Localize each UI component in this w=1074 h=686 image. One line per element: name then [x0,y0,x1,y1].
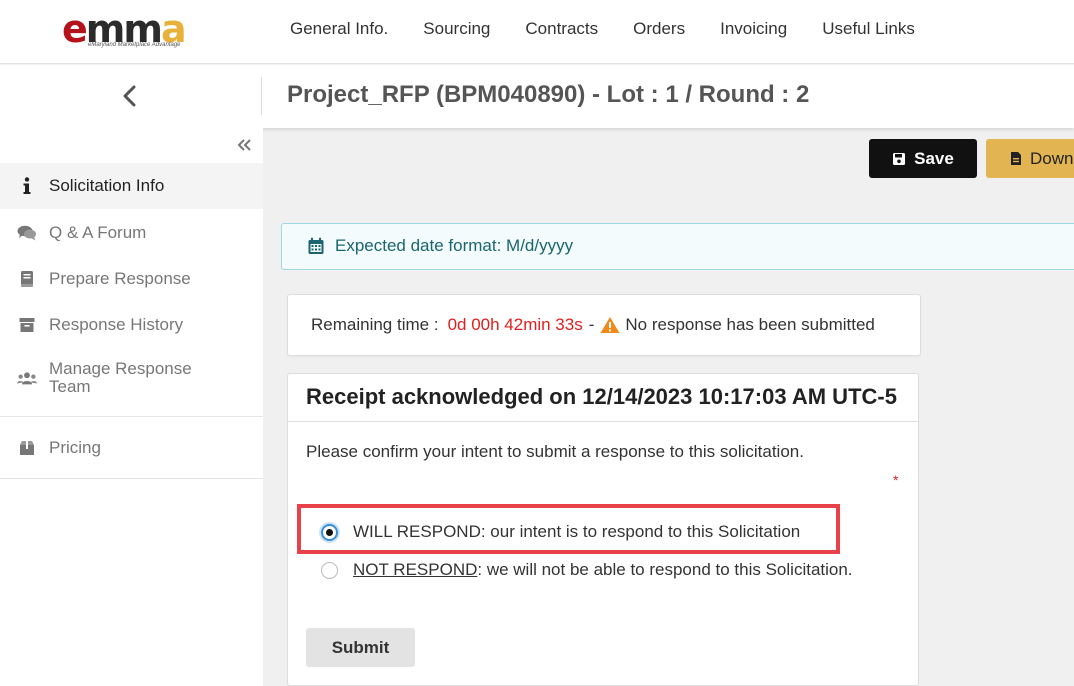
remaining-time-label: Remaining time : [311,315,439,334]
collapse-sidebar-button[interactable] [236,136,252,157]
not-respond-radio[interactable] [321,561,338,579]
not-respond-label: NOT RESPOND: we will not be able to resp… [353,560,853,580]
sidebar-item-prepare-response[interactable]: Prepare Response [0,256,263,302]
sidebar-item-solicitation-info[interactable]: Solicitation Info [0,163,263,209]
nav-general-info[interactable]: General Info. [290,19,388,39]
save-label: Save [914,148,954,168]
sidebar-item-qa-forum[interactable]: Q & A Forum [0,210,263,256]
top-navbar: emma eMaryland Marketplace Advantage Gen… [0,0,1074,64]
users-icon [17,368,37,388]
will-respond-label: WILL RESPOND: our intent is to respond t… [353,522,801,541]
book-icon [17,269,37,289]
sidebar-item-label: Manage Response Team [49,359,192,396]
required-marker: * [893,472,899,488]
not-respond-label-rest: : we will not be able to respond to this… [477,560,853,579]
date-format-text: Expected date format: M/d/yyyy [335,236,574,255]
not-respond-label-underlined: NOT RESPOND [353,560,478,579]
date-format-banner: Expected date format: M/d/yyyy [281,223,1074,270]
info-icon [17,176,37,196]
sidebar-item-label: Response History [49,315,184,334]
nav-contracts[interactable]: Contracts [525,19,598,39]
download-button[interactable]: Down [986,139,1074,178]
warning-icon [600,317,620,333]
remaining-time-card: Remaining time : 0d 00h 42min 33s - No r… [287,294,921,356]
separator: - [588,315,595,334]
archive-icon [17,315,37,335]
sidebar-item-label: Solicitation Info [49,176,165,195]
sidebar-item-label: Pricing [49,438,101,457]
main-nav: General Info. Sourcing Contracts Orders … [290,19,950,39]
nav-useful-links[interactable]: Useful Links [822,19,915,39]
emma-logo[interactable]: emma eMaryland Marketplace Advantage [62,10,202,52]
page-title: Project_RFP (BPM040890) - Lot : 1 / Roun… [287,81,810,108]
logo-tagline: eMaryland Marketplace Advantage [88,42,181,48]
save-button[interactable]: Save [869,139,977,178]
chevron-left-icon [123,85,136,107]
floppy-disk-icon [893,152,906,165]
remaining-time-value: 0d 00h 42min 33s [447,315,583,334]
nav-sourcing[interactable]: Sourcing [423,19,490,39]
sidebar-item-pricing[interactable]: Pricing [0,425,263,471]
nav-orders[interactable]: Orders [633,19,685,39]
sidebar-divider [0,478,263,479]
sidebar-divider [0,416,263,417]
calendar-icon [308,237,324,254]
title-bar: Project_RFP (BPM040890) - Lot : 1 / Roun… [0,65,1074,128]
sidebar-item-label: Prepare Response [49,269,191,288]
will-respond-radio[interactable] [321,523,338,541]
file-pdf-icon [1011,152,1021,165]
receipt-title: Receipt acknowledged on 12/14/2023 10:17… [306,384,897,409]
intent-prompt: Please confirm your intent to submit a r… [306,442,804,461]
receipt-card: Receipt acknowledged on 12/14/2023 10:17… [287,373,919,686]
chat-icon [17,223,37,243]
sidebar: Solicitation Info Q & A Forum Prepare Re… [0,128,263,686]
nav-invoicing[interactable]: Invoicing [720,19,787,39]
title-divider [261,77,262,115]
box-icon [17,438,37,458]
sidebar-item-manage-response-team[interactable]: Manage Response Team [0,352,263,404]
submit-button[interactable]: Submit [306,628,415,667]
response-status-text: No response has been submitted [625,315,875,334]
will-respond-option[interactable]: WILL RESPOND: our intent is to respond t… [321,522,800,542]
sidebar-item-response-history[interactable]: Response History [0,302,263,348]
not-respond-option[interactable]: NOT RESPOND: we will not be able to resp… [321,560,853,580]
receipt-header: Receipt acknowledged on 12/14/2023 10:17… [288,374,918,422]
double-chevron-left-icon [237,139,251,151]
sidebar-item-label: Q & A Forum [49,223,147,242]
download-label: Down [1030,148,1074,168]
back-button[interactable] [118,83,142,109]
